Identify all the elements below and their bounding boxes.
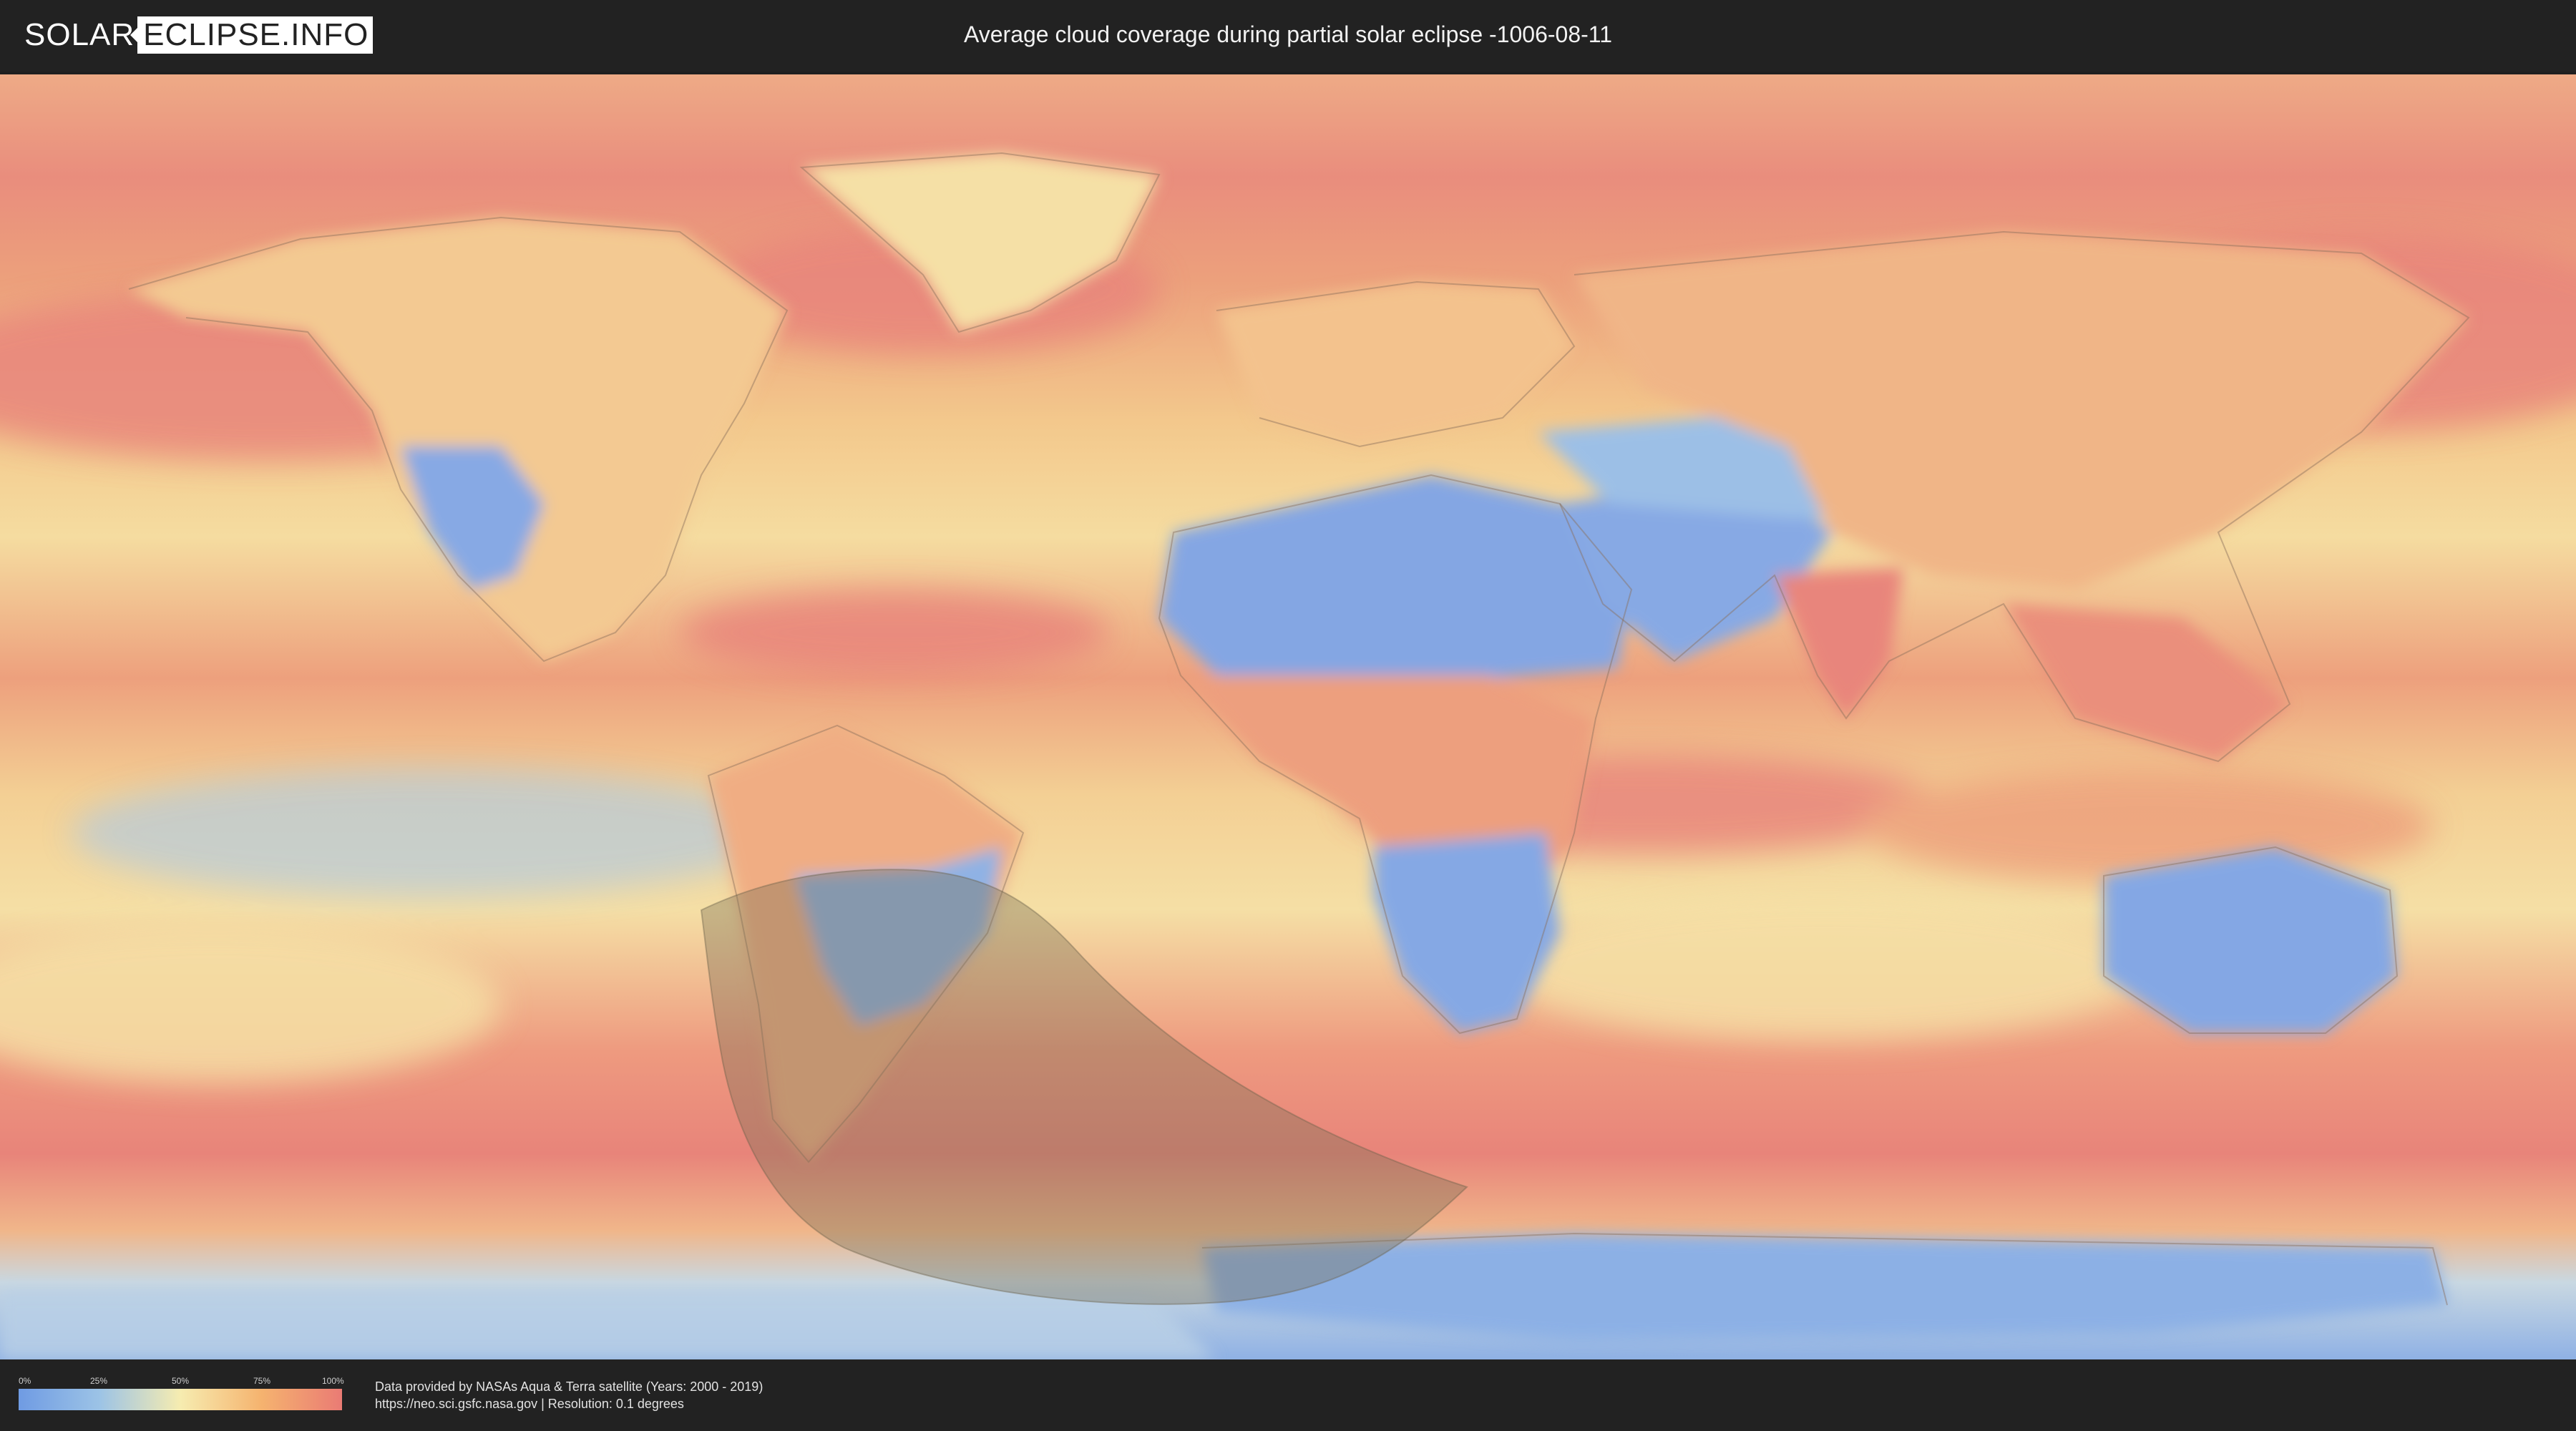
- cloud-coverage-map[interactable]: [0, 74, 2576, 1359]
- legend-tick-50: 50%: [172, 1376, 190, 1386]
- credit-line-url[interactable]: https://neo.sci.gsfc.nasa.gov | Resoluti…: [375, 1395, 763, 1412]
- legend-ticks: 0% 25% 50% 75% 100%: [19, 1376, 344, 1387]
- credit-line-source: Data provided by NASAs Aqua & Terra sate…: [375, 1379, 763, 1394]
- cloud-coverage-legend: 0% 25% 50% 75% 100%: [19, 1376, 344, 1413]
- page-title: Average cloud coverage during partial so…: [963, 21, 1613, 47]
- antarctica-west: [0, 1291, 1216, 1359]
- world-map-svg: [0, 74, 2576, 1359]
- legend-tick-75: 75%: [253, 1376, 271, 1386]
- legend-tick-0: 0%: [19, 1376, 31, 1386]
- legend-tick-100: 100%: [322, 1376, 344, 1386]
- legend-tick-25: 25%: [90, 1376, 108, 1386]
- legend-color-bar: [19, 1389, 342, 1410]
- header-bar: SOLAR ECLIPSE.INFO Average cloud coverag…: [0, 0, 2576, 72]
- data-credits: Data provided by NASAs Aqua & Terra sate…: [375, 1378, 763, 1412]
